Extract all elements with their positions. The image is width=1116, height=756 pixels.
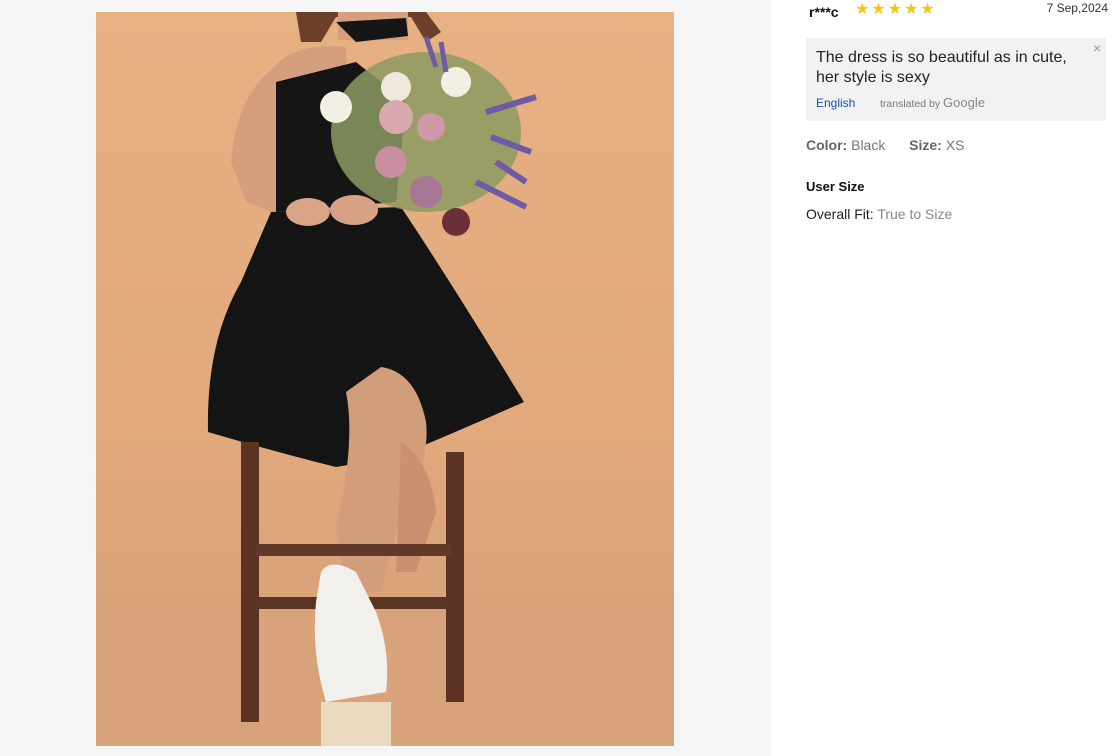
close-icon[interactable]: × bbox=[1093, 40, 1101, 56]
size-label: Size: bbox=[909, 137, 942, 153]
google-logo-text: Google bbox=[943, 95, 985, 110]
translated-review-box: × The dress is so beautiful as in cute, … bbox=[806, 38, 1106, 121]
size-value: XS bbox=[945, 137, 965, 153]
star-icon: ★ bbox=[887, 1, 903, 18]
star-icon: ★ bbox=[920, 1, 935, 18]
purchased-attributes: Color: Black Size: XS bbox=[806, 137, 964, 153]
rating-stars: ★ ★ ★ ★ ★ bbox=[855, 1, 935, 19]
review-details: r***c ★ ★ ★ ★ ★ 7 Sep,2024 × The dress i… bbox=[770, 0, 1116, 756]
stool-leg-left bbox=[241, 442, 259, 722]
star-icon: ★ bbox=[855, 1, 870, 18]
color-label: Color: bbox=[806, 137, 848, 153]
review-text: The dress is so beautiful as in cute, he… bbox=[816, 49, 1067, 86]
overall-fit-label: Overall Fit: bbox=[806, 206, 874, 222]
hand-left bbox=[286, 198, 330, 226]
user-size-title: User Size bbox=[806, 179, 865, 194]
reviewer-name: r***c bbox=[809, 4, 839, 20]
review-photo-pane bbox=[0, 0, 770, 756]
star-icon: ★ bbox=[871, 1, 886, 18]
stool-leg-right bbox=[446, 452, 464, 702]
stool-rung-upper bbox=[256, 544, 451, 556]
show-original-language-link[interactable]: English bbox=[816, 96, 855, 110]
translation-credit: translated by Google bbox=[880, 96, 985, 111]
hand-right bbox=[330, 195, 378, 225]
color-value: Black bbox=[851, 137, 886, 153]
overall-fit-value: True to Size bbox=[877, 206, 953, 222]
star-icon: ★ bbox=[904, 1, 919, 18]
overall-fit: Overall Fit: True to Size bbox=[806, 206, 952, 222]
espadrille-sole bbox=[321, 702, 391, 746]
translated-by-text: translated by bbox=[880, 98, 941, 110]
review-date: 7 Sep,2024 bbox=[1046, 1, 1108, 15]
photo-illustration bbox=[96, 12, 674, 746]
review-photo[interactable] bbox=[96, 12, 674, 746]
